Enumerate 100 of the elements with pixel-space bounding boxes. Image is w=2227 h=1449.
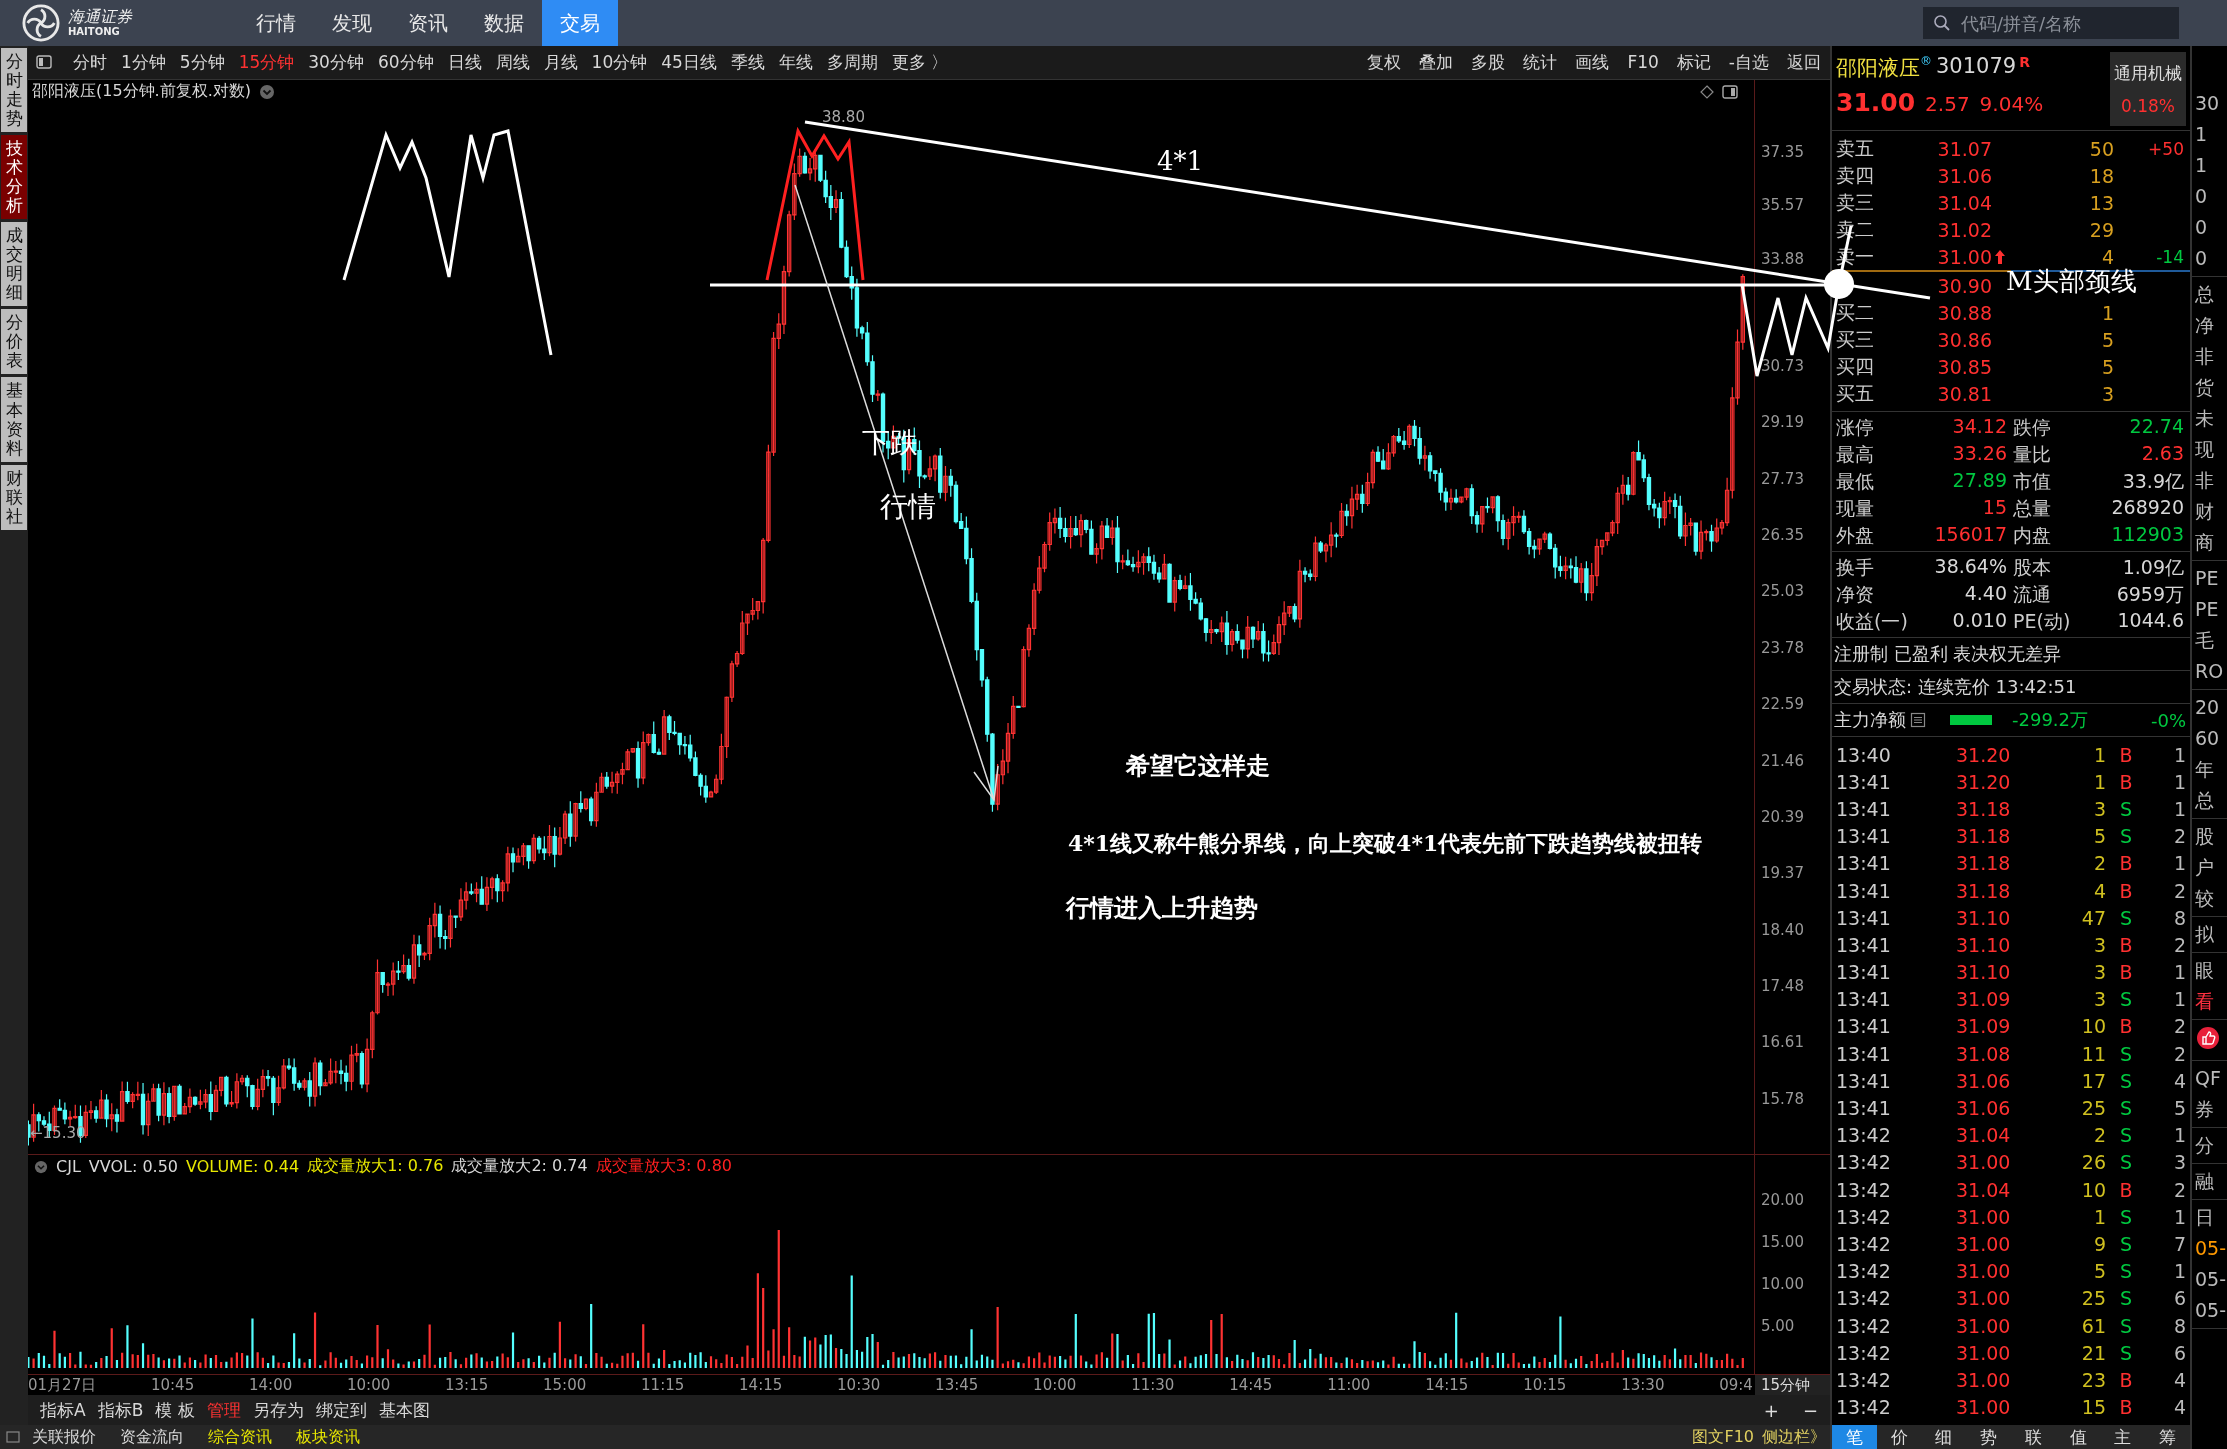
period-tab[interactable]: 月线: [536, 50, 585, 74]
period-tab[interactable]: 周线: [488, 50, 537, 74]
status-link[interactable]: 图文F10: [1688, 1426, 1758, 1448]
indicator-tab[interactable]: 指标B: [91, 1398, 150, 1422]
period-tab[interactable]: 1分钟: [114, 50, 173, 74]
main-flow-percent: -0%: [2150, 709, 2187, 731]
side-info-label: 总: [2194, 788, 2215, 813]
period-tab[interactable]: 5分钟: [172, 50, 232, 74]
toolbar-button[interactable]: 返回: [1778, 50, 1830, 74]
panel-tab[interactable]: 笔: [1832, 1425, 1877, 1449]
toolbar-button[interactable]: 叠加: [1410, 50, 1463, 74]
trade-count: 4: [2172, 1368, 2187, 1391]
stat-label: 收益(一): [1836, 608, 1908, 634]
period-tab[interactable]: 30分钟: [301, 50, 371, 74]
trade-volume: 10: [2080, 1015, 2106, 1038]
dropdown-icon[interactable]: [259, 83, 275, 100]
side-tab[interactable]: 财联社: [1, 464, 27, 530]
toolbar-button[interactable]: 复权: [1358, 50, 1411, 74]
list-icon[interactable]: [1910, 712, 1926, 728]
toolbar-button[interactable]: 画线: [1566, 50, 1619, 74]
trade-count: 1: [2172, 1260, 2187, 1283]
toolbar-button[interactable]: 统计: [1514, 50, 1567, 74]
panel-tab[interactable]: 主: [2100, 1425, 2146, 1449]
order-volume: 5: [2101, 355, 2114, 378]
panel-tab[interactable]: 筹: [2145, 1425, 2190, 1449]
logo-icon: [22, 4, 60, 42]
trade-price: 31.18: [1956, 797, 2012, 820]
panel-tab[interactable]: 势: [1966, 1425, 2011, 1449]
indicator-tab[interactable]: 模 板: [149, 1398, 201, 1422]
indicator-tab[interactable]: 指标A: [34, 1398, 92, 1422]
side-tab[interactable]: 分价表: [1, 309, 27, 375]
trade-price: 31.18: [1956, 879, 2012, 902]
trade-time: 13:42: [1836, 1205, 1892, 1228]
period-tab[interactable]: 多周期: [819, 50, 885, 74]
nav-tab[interactable]: 发现: [314, 0, 390, 46]
toolbar-button[interactable]: 标记: [1667, 50, 1720, 74]
panel-toggle-icon[interactable]: [36, 55, 52, 70]
period-tab[interactable]: 60分钟: [370, 50, 441, 74]
search-field[interactable]: 代码/拼音/名称: [1923, 7, 2179, 39]
period-tab[interactable]: 15分钟: [231, 50, 302, 74]
period-tab[interactable]: 更多 〉: [884, 50, 956, 74]
axis-label: 20.00: [1761, 1189, 1804, 1211]
panel-toggle-icon[interactable]: [6, 1431, 20, 1443]
trade-volume: 3: [2092, 797, 2106, 820]
period-tab[interactable]: 季线: [723, 50, 772, 74]
time-label: 11:30: [1131, 1375, 1175, 1396]
period-tab[interactable]: 45日线: [654, 50, 724, 74]
toolbar-button[interactable]: -自选: [1719, 50, 1778, 74]
volume-change: +50: [2148, 138, 2184, 159]
zoom-button[interactable]: −: [1790, 1399, 1830, 1421]
status-link[interactable]: 板块资讯: [284, 1426, 372, 1448]
trade-side: B: [2118, 1015, 2134, 1038]
toolbar-button[interactable]: F10: [1618, 52, 1668, 73]
side-tab[interactable]: 分时走势: [1, 48, 27, 133]
zoom-button[interactable]: +: [1751, 1399, 1791, 1421]
nav-tab[interactable]: 资讯: [390, 0, 466, 46]
period-tab[interactable]: 10分钟: [584, 50, 655, 74]
axis-label: 27.73: [1761, 468, 1804, 490]
panel-tab[interactable]: 值: [2055, 1425, 2101, 1449]
nav-tab[interactable]: 数据: [466, 0, 542, 46]
order-volume: 1: [2101, 301, 2114, 324]
collapse-icon[interactable]: [34, 1159, 48, 1174]
trade-volume: 47: [2080, 906, 2106, 929]
trade-price: 31.00: [1956, 1314, 2012, 1337]
order-volume: 29: [2088, 218, 2114, 241]
side-tab[interactable]: 成交明细: [1, 222, 27, 307]
diamond-icon[interactable]: [1700, 84, 1714, 99]
period-tab[interactable]: 年线: [771, 50, 820, 74]
period-tab[interactable]: 日线: [440, 50, 489, 74]
status-link[interactable]: 侧边栏》: [1758, 1426, 1830, 1448]
indicator-tab[interactable]: 绑定到: [309, 1398, 373, 1422]
trade-side: B: [2118, 961, 2134, 984]
status-link[interactable]: 关联报价: [20, 1426, 108, 1448]
thumbs-up-icon[interactable]: [2196, 1026, 2220, 1050]
side-info-label: 0: [2194, 215, 2209, 240]
panel-tab[interactable]: 细: [1921, 1425, 1967, 1449]
panel-tab[interactable]: 联: [2011, 1425, 2056, 1449]
chart-annotation: 行情进入上升趋势: [1066, 894, 1258, 923]
trade-price: 31.10: [1956, 906, 2012, 929]
stat-label: 量比: [2013, 441, 2051, 467]
order-volume: 18: [2088, 164, 2114, 187]
nav-tab[interactable]: 行情: [238, 0, 314, 46]
trade-time: 13:41: [1836, 825, 1892, 848]
status-link[interactable]: 资金流向: [108, 1426, 196, 1448]
side-tab[interactable]: 基本资料: [1, 377, 27, 462]
trade-price: 31.09: [1956, 1015, 2012, 1038]
period-tab[interactable]: 分时: [66, 50, 114, 74]
side-tab[interactable]: 技术分析: [1, 135, 27, 220]
sector-card[interactable]: 通用机械 0.18%: [2110, 52, 2186, 126]
side-info-label: 看: [2194, 989, 2215, 1014]
indicator-tab[interactable]: 管理: [200, 1398, 247, 1422]
trade-time: 13:42: [1836, 1341, 1892, 1364]
status-link[interactable]: 综合资讯: [196, 1426, 284, 1448]
side-info-label: 财: [2194, 499, 2215, 524]
panel-tab[interactable]: 价: [1876, 1425, 1922, 1449]
panel-toggle-icon[interactable]: [1722, 84, 1738, 99]
indicator-tab[interactable]: 基本图: [372, 1398, 436, 1422]
toolbar-button[interactable]: 多股: [1462, 50, 1515, 74]
trade-time: 13:41: [1836, 933, 1892, 956]
indicator-tab[interactable]: 另存为: [246, 1398, 310, 1422]
